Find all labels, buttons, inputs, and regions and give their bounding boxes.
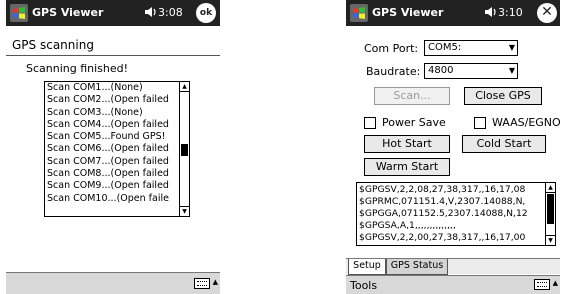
input-panel-arrow-icon[interactable]: ▲ bbox=[553, 279, 558, 287]
keyboard-icon[interactable] bbox=[534, 279, 550, 290]
clock[interactable]: 3:08 bbox=[158, 6, 183, 19]
list-item: Scan COM7...(Open failed bbox=[47, 155, 169, 167]
tab-strip: Setup GPS Status bbox=[346, 258, 560, 275]
speaker-icon[interactable] bbox=[144, 5, 158, 19]
close-icon[interactable]: ✕ bbox=[537, 3, 557, 23]
list-item: Scan COM2...(Open failed bbox=[47, 94, 169, 106]
scan-results-list[interactable]: Scan COM1...(None) Scan COM2...(Open fai… bbox=[44, 81, 190, 217]
list-item: Scan COM9...(Open failed bbox=[47, 180, 169, 192]
title-bar: GPS Viewer 3:10 ✕ bbox=[346, 0, 560, 26]
warm-start-button[interactable]: Warm Start bbox=[364, 158, 450, 176]
chevron-down-icon: ▼ bbox=[508, 43, 515, 52]
ok-button[interactable]: ok bbox=[196, 3, 216, 23]
tab-setup[interactable]: Setup bbox=[348, 259, 386, 275]
scan-button[interactable]: Scan... bbox=[374, 87, 450, 105]
nmea-line: $GPGSV,2,2,00,27,38,317,,16,17,00 bbox=[359, 232, 526, 243]
scroll-down-icon[interactable]: ▼ bbox=[546, 235, 555, 245]
nmea-output-box[interactable]: $GPGSV,2,2,08,27,38,317,,16,17,08 $GPRMC… bbox=[356, 182, 556, 246]
windows-start-icon[interactable] bbox=[9, 3, 29, 23]
close-gps-button[interactable]: Close GPS bbox=[464, 87, 542, 105]
power-save-checkbox[interactable] bbox=[364, 117, 376, 129]
scroll-up-icon[interactable]: ▲ bbox=[180, 82, 189, 92]
list-item: Scan COM1...(None) bbox=[47, 82, 143, 93]
baudrate-value: 4800 bbox=[428, 65, 454, 76]
keyboard-icon[interactable] bbox=[194, 278, 210, 289]
list-item: Scan COM4...(Open failed bbox=[47, 118, 169, 130]
nmea-line: $GPRMC,071151.4,V,2307.14088,N, bbox=[359, 196, 526, 207]
speaker-icon[interactable] bbox=[484, 5, 498, 19]
scroll-down-icon[interactable]: ▼ bbox=[180, 206, 189, 216]
tab-gps-status[interactable]: GPS Status bbox=[386, 259, 448, 275]
windows-start-icon[interactable] bbox=[349, 3, 369, 23]
list-item: Scan COM10...(Open faile bbox=[47, 192, 169, 204]
divider bbox=[6, 55, 220, 56]
scrollbar-thumb[interactable] bbox=[547, 194, 554, 224]
vertical-scrollbar[interactable]: ▲ ▼ bbox=[545, 183, 555, 245]
nmea-line: $GPGGA,071152.5,2307.14088,N,12 bbox=[359, 208, 528, 219]
scroll-up-icon[interactable]: ▲ bbox=[546, 183, 555, 193]
baudrate-label: Baudrate: bbox=[366, 65, 421, 78]
list-item: Scan COM6...(Open failed bbox=[47, 143, 169, 155]
app-title: GPS Viewer bbox=[372, 6, 444, 19]
power-save-label: Power Save bbox=[382, 116, 446, 129]
waas-egnos-checkbox[interactable] bbox=[474, 117, 486, 129]
gps-scanning-screen: GPS Viewer 3:08 ok GPS scanning Scanning… bbox=[6, 0, 220, 294]
com-port-value: COM5: bbox=[428, 42, 462, 53]
scrollbar-thumb[interactable] bbox=[181, 144, 188, 156]
clock[interactable]: 3:10 bbox=[498, 6, 523, 19]
list-item: Scan COM3...(None) bbox=[47, 106, 143, 118]
title-bar: GPS Viewer 3:08 ok bbox=[6, 0, 220, 26]
chevron-down-icon: ▼ bbox=[508, 66, 515, 75]
cold-start-button[interactable]: Cold Start bbox=[462, 135, 546, 153]
vertical-scrollbar[interactable]: ▲ ▼ bbox=[179, 82, 189, 216]
com-port-label: Com Port: bbox=[364, 42, 419, 55]
com-port-select[interactable]: COM5: ▼ bbox=[424, 40, 518, 56]
list-item: Scan COM5...Found GPS! bbox=[47, 131, 166, 143]
hot-start-button[interactable]: Hot Start bbox=[364, 135, 450, 153]
gps-setup-screen: GPS Viewer 3:10 ✕ Com Port: COM5: ▼ Baud… bbox=[346, 0, 560, 294]
menu-bar: Tools ▲ bbox=[346, 275, 560, 294]
section-title: GPS scanning bbox=[12, 38, 94, 52]
nmea-line: $GPGSV,2,2,08,27,38,317,,16,17,08 bbox=[359, 184, 526, 195]
app-title: GPS Viewer bbox=[32, 6, 104, 19]
list-item: Scan COM8...(Open failed bbox=[47, 168, 169, 180]
waas-egnos-label: WAAS/EGNOS bbox=[492, 116, 560, 129]
nmea-line: $GPGSA,A,1,,,,,,,,,,,,,, bbox=[359, 220, 456, 231]
menu-bar: ▲ bbox=[6, 272, 220, 294]
menu-tools[interactable]: Tools bbox=[350, 279, 377, 292]
input-panel-arrow-icon[interactable]: ▲ bbox=[213, 278, 218, 286]
baudrate-select[interactable]: 4800 ▼ bbox=[424, 63, 518, 79]
scan-status: Scanning finished! bbox=[26, 62, 129, 75]
